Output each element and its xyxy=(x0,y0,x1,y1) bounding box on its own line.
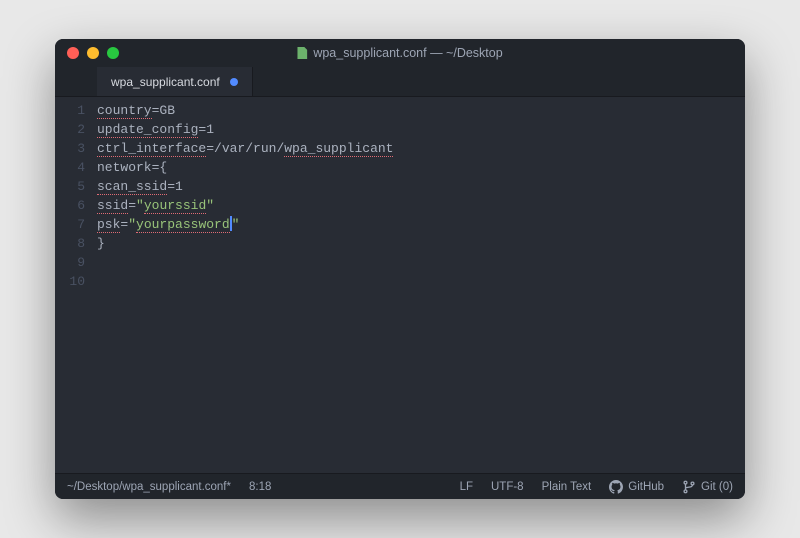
line-number[interactable]: 9 xyxy=(55,253,85,272)
line-number[interactable]: 7 xyxy=(55,215,85,234)
tab-active[interactable]: wpa_supplicant.conf xyxy=(97,67,253,96)
github-icon xyxy=(609,480,623,494)
status-github[interactable]: GitHub xyxy=(609,480,664,494)
status-line-ending[interactable]: LF xyxy=(460,481,473,493)
code-line[interactable]: } xyxy=(97,234,745,253)
code-line[interactable]: psk="yourpassword" xyxy=(97,215,745,234)
status-grammar[interactable]: Plain Text xyxy=(542,481,592,493)
line-number[interactable]: 2 xyxy=(55,120,85,139)
line-number[interactable]: 6 xyxy=(55,196,85,215)
traffic-lights xyxy=(55,47,119,59)
line-number[interactable]: 8 xyxy=(55,234,85,253)
code-line[interactable]: scan_ssid=1 xyxy=(97,177,745,196)
minimize-window-button[interactable] xyxy=(87,47,99,59)
status-encoding[interactable]: UTF-8 xyxy=(491,481,524,493)
window-title-text: wpa_supplicant.conf — ~/Desktop xyxy=(313,46,502,60)
code-line[interactable]: update_config=1 xyxy=(97,120,745,139)
status-github-label: GitHub xyxy=(628,481,664,493)
editor-window: wpa_supplicant.conf — ~/Desktop wpa_supp… xyxy=(55,39,745,499)
tabbar: wpa_supplicant.conf xyxy=(55,67,745,97)
code-line[interactable]: ctrl_interface=/var/run/wpa_supplicant xyxy=(97,139,745,158)
modified-indicator-icon xyxy=(230,78,238,86)
line-number[interactable]: 10 xyxy=(55,272,85,291)
code-line[interactable]: network={ xyxy=(97,158,745,177)
git-branch-icon xyxy=(682,480,696,494)
line-number[interactable]: 3 xyxy=(55,139,85,158)
gutter[interactable]: 12345678910 xyxy=(55,101,97,473)
maximize-window-button[interactable] xyxy=(107,47,119,59)
code-line[interactable]: country=GB xyxy=(97,101,745,120)
line-number[interactable]: 1 xyxy=(55,101,85,120)
editor[interactable]: 12345678910 country=GBupdate_config=1ctr… xyxy=(55,97,745,473)
close-window-button[interactable] xyxy=(67,47,79,59)
window-title: wpa_supplicant.conf — ~/Desktop xyxy=(297,46,502,60)
code-area[interactable]: country=GBupdate_config=1ctrl_interface=… xyxy=(97,101,745,473)
titlebar[interactable]: wpa_supplicant.conf — ~/Desktop xyxy=(55,39,745,67)
line-number[interactable]: 5 xyxy=(55,177,85,196)
line-number[interactable]: 4 xyxy=(55,158,85,177)
file-icon xyxy=(297,47,307,59)
code-line[interactable]: ssid="yourssid" xyxy=(97,196,745,215)
tab-label: wpa_supplicant.conf xyxy=(111,75,220,89)
statusbar: ~/Desktop/wpa_supplicant.conf* 8:18 LF U… xyxy=(55,473,745,499)
status-cursor-position[interactable]: 8:18 xyxy=(249,481,271,493)
status-git-label: Git (0) xyxy=(701,481,733,493)
status-filepath[interactable]: ~/Desktop/wpa_supplicant.conf* xyxy=(67,481,231,493)
status-git[interactable]: Git (0) xyxy=(682,480,733,494)
tab-spacer xyxy=(55,67,97,96)
